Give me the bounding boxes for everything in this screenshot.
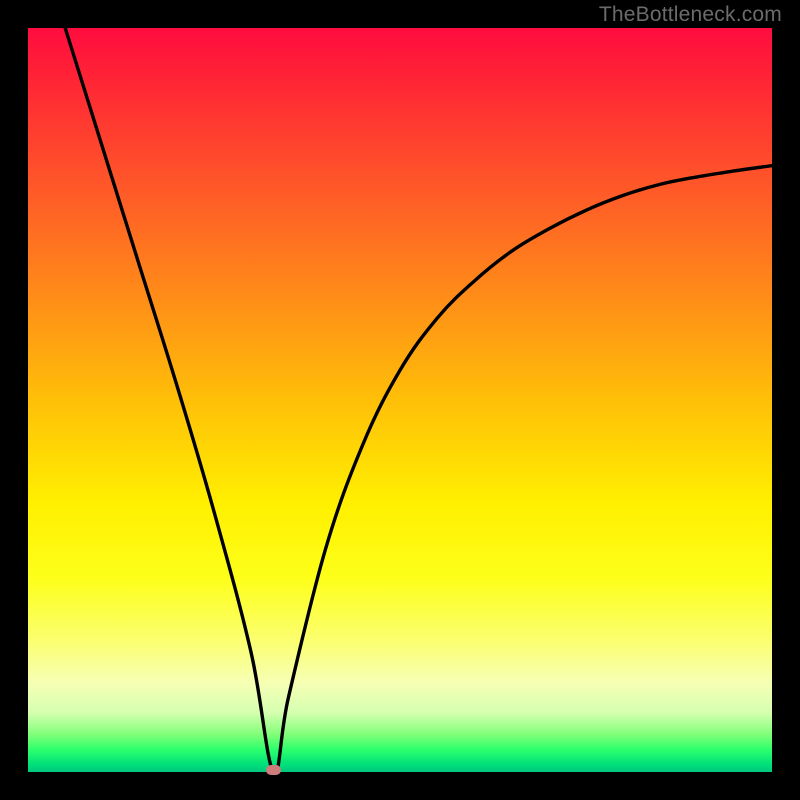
chart-frame: TheBottleneck.com: [0, 0, 800, 800]
plot-area: [28, 28, 772, 772]
optimal-marker: [266, 765, 281, 775]
watermark-text: TheBottleneck.com: [599, 3, 782, 27]
bottleneck-curve: [28, 28, 772, 772]
